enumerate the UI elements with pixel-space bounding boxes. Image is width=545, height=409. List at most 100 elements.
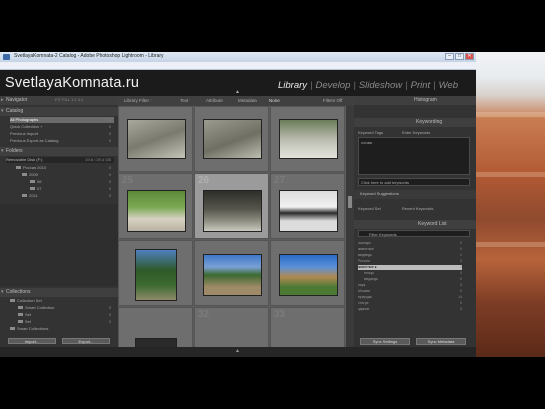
thumbnail-cell[interactable]: [194, 240, 269, 306]
thumbnail-cell[interactable]: [118, 240, 193, 306]
thumbnail-cell[interactable]: [270, 240, 345, 306]
catalog-item[interactable]: Previous Import 0: [10, 131, 114, 137]
collection-item[interactable]: Set 0: [18, 319, 114, 325]
thumbnail-cell[interactable]: [270, 106, 345, 172]
thumbnail-cell[interactable]: 33: [270, 307, 345, 347]
catalog-header[interactable]: ▾ Catalog: [0, 107, 118, 116]
keyword-tags-box[interactable]: слова: [358, 137, 470, 175]
thumbnail-cell[interactable]: [194, 106, 269, 172]
photo-building-trees[interactable]: [203, 254, 262, 296]
filter-text[interactable]: Text: [180, 98, 188, 103]
folder-count: 0: [108, 193, 111, 198]
expand-triangle-icon[interactable]: ▾: [1, 108, 4, 114]
sync-settings-button[interactable]: Sync Settings: [360, 338, 410, 345]
filter-metadata[interactable]: Metadata: [238, 98, 257, 103]
keyword-list-header[interactable]: Keyword List: [354, 220, 476, 229]
expand-triangle-icon[interactable]: ▾: [1, 148, 4, 154]
keyword-item[interactable]: Москва 0: [358, 289, 462, 294]
sync-metadata-button[interactable]: Sync Metadata: [416, 338, 466, 345]
keyword-set-dropdown[interactable]: Recent Keywords: [402, 206, 433, 211]
export-button[interactable]: Export...: [62, 338, 110, 344]
module-print[interactable]: Print: [411, 80, 431, 91]
thumbnail-cell-selected[interactable]: 26: [194, 173, 269, 239]
filmstrip-toggle-icon[interactable]: ▲: [235, 348, 240, 354]
keyword-tags-dropdown[interactable]: Enter Keywords: [402, 130, 430, 135]
keyword-item[interactable]: животные 0: [358, 247, 462, 252]
keyword-item[interactable]: Россия 0: [358, 259, 462, 264]
keyword-item[interactable]: зоопарк 0: [358, 241, 462, 246]
filter-attribute[interactable]: Attribute: [206, 98, 223, 103]
photo-bird-snow[interactable]: [279, 190, 338, 232]
minimize-button[interactable]: –: [445, 53, 454, 60]
photo-dark[interactable]: [135, 338, 177, 347]
module-slideshow[interactable]: Slideshow: [359, 80, 402, 91]
catalog-item[interactable]: Quick Collection + 0: [10, 124, 114, 130]
histogram-header[interactable]: Histogram: [354, 96, 476, 105]
collection-item[interactable]: Set 0: [18, 312, 114, 318]
keyword-item[interactable]: медведь 0: [364, 277, 462, 282]
keyword-item[interactable]: парк 0: [358, 283, 462, 288]
scrollbar-thumb[interactable]: [348, 196, 352, 208]
thumbnail-cell[interactable]: [118, 307, 193, 347]
cell-index: 26: [198, 175, 210, 186]
collection-count: 0: [108, 312, 111, 317]
photo-polar-bear-rocks-2[interactable]: [203, 119, 262, 159]
keyword-label: медведь: [364, 277, 378, 281]
catalog-title: Catalog: [6, 108, 24, 114]
collection-item[interactable]: Smart Collections: [10, 326, 114, 332]
thumbnail-cell[interactable]: 27: [270, 173, 345, 239]
filter-none[interactable]: None: [269, 98, 280, 103]
folder-item[interactable]: 06 0: [30, 179, 114, 185]
module-web[interactable]: Web: [439, 80, 458, 91]
module-develop[interactable]: Develop: [316, 80, 351, 91]
add-keywords-field[interactable]: Click here to add keywords: [358, 178, 470, 186]
photo-tree-park[interactable]: [135, 249, 177, 301]
catalog-item[interactable]: All Photographs 1: [10, 117, 114, 123]
folder-item[interactable]: 07 0: [30, 186, 114, 192]
title-bar[interactable]: SvetlayaKomnata-2 Catalog - Adobe Photos…: [0, 52, 476, 62]
catalog-item[interactable]: Previous Export as Catalog 0: [10, 138, 114, 144]
folder-item[interactable]: 2011 0: [22, 193, 114, 199]
folders-header[interactable]: ▾ Folders: [0, 147, 118, 156]
collection-item[interactable]: Collection Set: [10, 298, 114, 304]
keyword-item[interactable]: здание 0: [358, 307, 462, 312]
keyword-item[interactable]: медведь 1: [358, 253, 462, 258]
keywording-header[interactable]: Keywording: [354, 118, 476, 127]
thumbnail-cell[interactable]: 25: [118, 173, 193, 239]
photo-polar-bear-walking[interactable]: [279, 119, 338, 159]
thumbnail-cell[interactable]: [118, 106, 193, 172]
collapse-triangle-icon[interactable]: ▸: [1, 97, 4, 103]
folder-item[interactable]: Россия 2010 0: [16, 165, 114, 171]
keyword-count: 0: [460, 301, 462, 305]
keyword-label: Россия: [358, 259, 370, 263]
thumbnail-cell[interactable]: 32: [194, 307, 269, 347]
keyword-count: 14: [458, 295, 462, 299]
keyword-count: 0: [460, 289, 462, 293]
import-button[interactable]: Import...: [8, 338, 56, 344]
keyword-suggestions-header[interactable]: Keyword Suggestions: [354, 190, 476, 199]
filter-preset[interactable]: Filters Off: [323, 98, 342, 103]
catalog-item-label: Previous Import: [10, 131, 39, 136]
keyword-item-selected[interactable]: животные ▸ 1: [358, 265, 462, 270]
top-panel-toggle-icon[interactable]: ▲: [235, 89, 240, 95]
grid-scrollbar[interactable]: [346, 106, 354, 347]
navigator-zoom-options[interactable]: FIT FILL 1:1 3:1: [55, 97, 83, 102]
expand-triangle-icon[interactable]: ▾: [1, 289, 4, 295]
thumbnail-grid: 25 26 27 32 33: [118, 106, 346, 347]
keyword-item[interactable]: птицы 0: [364, 271, 462, 276]
close-button[interactable]: ✕: [465, 53, 474, 60]
photo-polar-bear-rocks[interactable]: [127, 119, 186, 159]
photo-garden-statue[interactable]: [127, 190, 186, 232]
photo-building-lawn[interactable]: [279, 254, 338, 296]
filter-keywords-field[interactable]: Filter Keywords: [358, 230, 470, 237]
collections-header[interactable]: ▾ Collections: [0, 288, 118, 297]
keyword-item[interactable]: статуя 0: [358, 301, 462, 306]
collection-item[interactable]: Smart Collection 0: [18, 305, 114, 311]
maximize-button[interactable]: □: [455, 53, 464, 60]
keyword-item[interactable]: природа 14: [358, 295, 462, 300]
volume-bar[interactable]: Removable Disk (F:) 19.6 / 29.4 GB: [6, 157, 114, 163]
navigator-header[interactable]: ▸ Navigator FIT FILL 1:1 3:1: [0, 96, 118, 105]
folder-item[interactable]: 2009 0: [22, 172, 114, 178]
module-library[interactable]: Library: [278, 80, 307, 91]
photo-animals-rocks[interactable]: [203, 190, 262, 232]
